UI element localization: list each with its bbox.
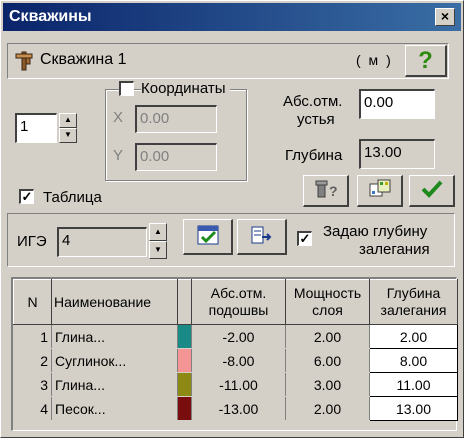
probe-help-button[interactable]: ?	[303, 175, 349, 207]
y-field[interactable]: 0.00	[135, 143, 217, 171]
table-row[interactable]: 4 Песок... -13.00 2.00 13.00	[13, 396, 458, 421]
grid-table-button[interactable]	[357, 175, 403, 207]
row-number: 3	[13, 372, 52, 397]
table-label: Таблица	[43, 189, 102, 206]
col-header-color[interactable]	[177, 279, 192, 325]
row-thickness: 3.00	[285, 372, 370, 397]
spin-up-icon[interactable]: ▲	[59, 113, 77, 128]
coordinates-label: Координаты	[141, 80, 230, 97]
mouth-input[interactable]: 0.00	[359, 89, 435, 119]
row-abs: -11.00	[191, 372, 286, 397]
grid-table-icon	[368, 178, 392, 203]
coordinates-checkbox[interactable]	[119, 81, 134, 96]
well-name: Скважина 1	[40, 51, 127, 68]
title-bar[interactable]: Скважины ×	[3, 3, 461, 31]
row-color-swatch[interactable]	[177, 396, 192, 421]
x-field[interactable]: 0.00	[135, 105, 217, 133]
x-label: X	[113, 109, 124, 126]
spin-down-icon[interactable]: ▼	[59, 128, 77, 143]
row-name[interactable]: Песок...	[51, 396, 178, 421]
row-thickness: 2.00	[285, 396, 370, 421]
row-color-swatch[interactable]	[177, 324, 192, 349]
layers-grid[interactable]: N Наименование Абс.отм. подошвы Мощность…	[13, 279, 458, 421]
ige-spinner[interactable]: ▲ ▼	[149, 223, 167, 259]
ok-button[interactable]	[409, 175, 455, 207]
depth-label: Глубина	[285, 147, 343, 164]
probe-help-icon: ?	[314, 178, 338, 203]
table-row[interactable]: 3 Глина... -11.00 3.00 11.00	[13, 372, 458, 397]
counter-input[interactable]: 1	[15, 113, 57, 143]
row-number: 4	[13, 396, 52, 421]
well-selector[interactable]: Скважина 1 ( м )	[7, 43, 449, 79]
row-name[interactable]: Суглинок...	[51, 348, 178, 373]
row-color-swatch[interactable]	[177, 372, 192, 397]
help-button[interactable]: ?	[405, 45, 447, 77]
row-color-swatch[interactable]	[177, 348, 192, 373]
depth-field: 13.00	[359, 139, 435, 169]
checkmark-icon	[420, 178, 444, 203]
row-name[interactable]: Глина...	[51, 324, 178, 349]
row-number: 2	[13, 348, 52, 373]
row-name[interactable]: Глина...	[51, 372, 178, 397]
set-depth-check-icon: ✓	[299, 231, 311, 246]
row-thickness: 2.00	[285, 324, 370, 349]
table-check-icon	[196, 224, 220, 249]
ige-label: ИГЭ	[17, 233, 47, 250]
set-depth-label-line1: Задаю глубину	[323, 223, 428, 240]
ige-spin-down-icon[interactable]: ▼	[149, 241, 167, 259]
svg-text:?: ?	[329, 183, 338, 199]
close-button[interactable]: ×	[435, 8, 455, 26]
window-title: Скважины	[9, 8, 92, 25]
y-label: Y	[113, 147, 124, 164]
col-header-abs[interactable]: Абс.отм. подошвы	[191, 279, 286, 325]
question-icon: ?	[418, 46, 433, 74]
counter-spinner[interactable]: ▲ ▼	[59, 113, 77, 143]
ige-table-button[interactable]	[183, 219, 233, 255]
row-abs: -13.00	[191, 396, 286, 421]
close-icon: ×	[440, 8, 450, 24]
well-rig-icon	[14, 50, 34, 72]
ige-spin-up-icon[interactable]: ▲	[149, 223, 167, 241]
row-thickness: 6.00	[285, 348, 370, 373]
table-checkbox[interactable]: ✓	[19, 189, 34, 204]
export-arrow-icon	[250, 224, 274, 249]
row-depth-input[interactable]: 13.00	[369, 396, 458, 421]
wells-dialog: Скважины × Скважина 1 ( м ) ? 1 ▲ ▼ Коор…	[0, 0, 464, 438]
set-depth-label-line2: залегания	[359, 241, 430, 258]
table-row[interactable]: 2 Суглинок... -8.00 6.00 8.00	[13, 348, 458, 373]
ige-input[interactable]: 4	[57, 227, 147, 257]
table-row[interactable]: 1 Глина... -2.00 2.00 2.00	[13, 324, 458, 349]
row-abs: -2.00	[191, 324, 286, 349]
row-depth-input[interactable]: 2.00	[369, 324, 458, 349]
col-header-thickness[interactable]: Мощность слоя	[285, 279, 370, 325]
row-depth-input[interactable]: 11.00	[369, 372, 458, 397]
mouth-label-line1: Абс.отм.	[283, 93, 343, 110]
ige-export-button[interactable]	[237, 219, 287, 255]
col-header-name[interactable]: Наименование	[51, 279, 178, 325]
mouth-label-line2: устья	[297, 111, 335, 128]
checkbox-check-icon: ✓	[21, 189, 33, 204]
col-header-n[interactable]: N	[13, 279, 52, 325]
row-depth-input[interactable]: 8.00	[369, 348, 458, 373]
unit-badge: ( м )	[356, 52, 393, 68]
set-depth-checkbox[interactable]: ✓	[297, 231, 312, 246]
row-abs: -8.00	[191, 348, 286, 373]
col-header-depth[interactable]: Глубина залегания	[369, 279, 458, 325]
row-number: 1	[13, 324, 52, 349]
